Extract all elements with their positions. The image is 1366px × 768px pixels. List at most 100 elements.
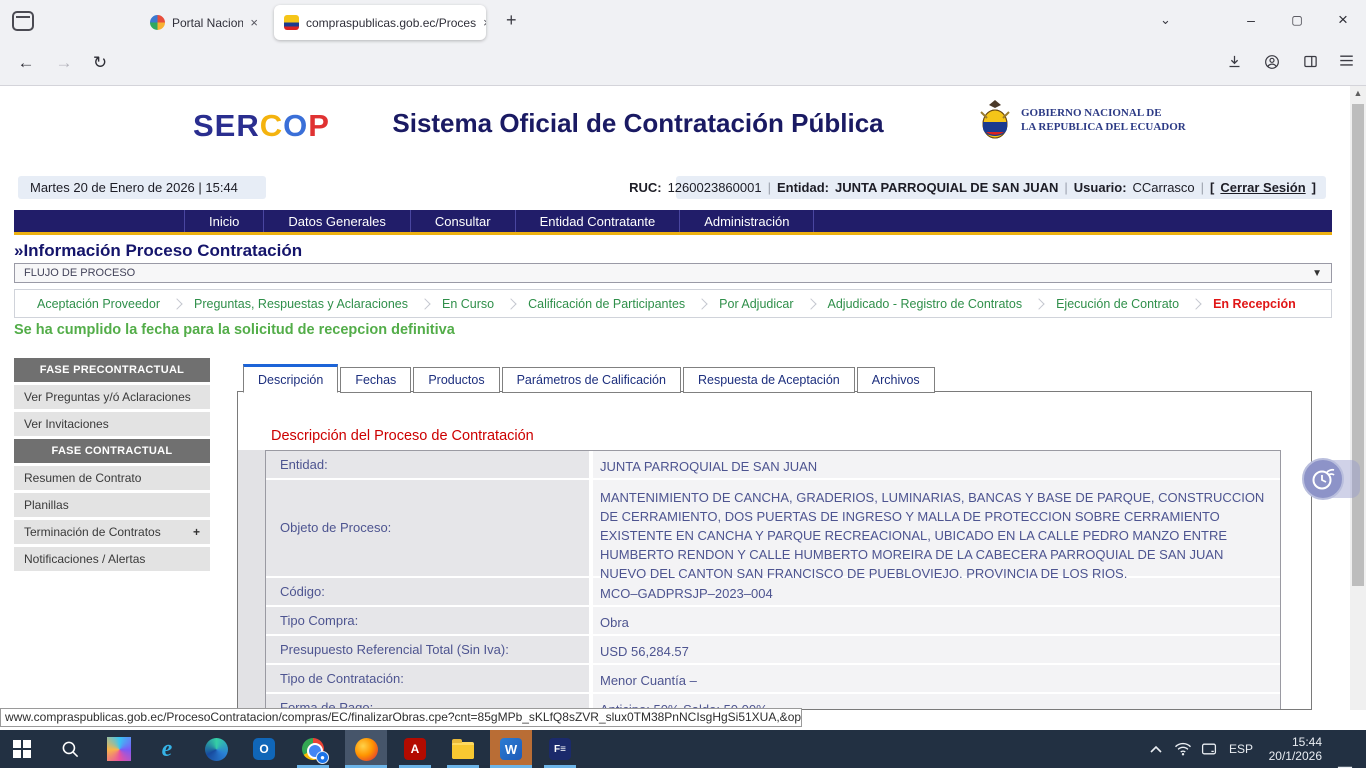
menu-item-consultar[interactable]: Consultar [410, 210, 515, 232]
tab-close-icon[interactable]: × [483, 15, 486, 30]
list-all-tabs-icon[interactable]: ⌄ [1160, 12, 1171, 28]
reload-icon[interactable]: ↻ [88, 53, 112, 73]
tab-archivos[interactable]: Archivos [857, 367, 935, 393]
sidebar-item-terminacion-contratos[interactable]: Terminación de Contratos+ [14, 520, 210, 544]
flow-step: Aceptación Proveedor [37, 297, 160, 311]
link-status-bar: www.compraspublicas.gob.ec/ProcesoContra… [0, 708, 802, 727]
edge-icon[interactable] [204, 737, 228, 761]
page-viewport: SERCOP Sistema Oficial de Contratación P… [0, 86, 1366, 710]
wifi-icon[interactable] [1170, 730, 1196, 768]
account-icon[interactable] [1260, 54, 1284, 70]
tab-parametros[interactable]: Parámetros de Calificación [502, 367, 681, 393]
sidebar-item-ver-preguntas[interactable]: Ver Preguntas y/ó Aclaraciones [14, 385, 210, 409]
scroll-up-arrow-icon[interactable]: ▲ [1350, 88, 1366, 98]
sidebar-item-notificaciones[interactable]: Notificaciones / Alertas [14, 547, 210, 571]
menu-item-datos-generales[interactable]: Datos Generales [263, 210, 410, 232]
new-tab-button[interactable]: + [506, 10, 517, 31]
tab-productos[interactable]: Productos [413, 367, 499, 393]
row-label: Entidad: [266, 451, 589, 478]
row-value: Obra [593, 607, 1280, 634]
menu-item-administracion[interactable]: Administración [679, 210, 814, 232]
flow-step: En Curso [442, 297, 494, 311]
timer-clock-icon[interactable] [1302, 458, 1344, 500]
copilot-icon[interactable] [107, 737, 131, 761]
pinwheel-favicon-icon [150, 15, 165, 30]
notification-center-icon[interactable]: 3 [1328, 754, 1362, 768]
logout-link[interactable]: Cerrar Sesión [1220, 180, 1305, 195]
sidebar-icon[interactable] [1298, 54, 1322, 69]
downloads-icon[interactable] [1222, 54, 1246, 69]
scrollbar-thumb[interactable] [1352, 104, 1364, 586]
flow-step-current: En Recepción [1213, 297, 1296, 311]
row-label: Presupuesto Referencial Total (Sin Iva): [266, 636, 589, 663]
chevron-right-icon [505, 298, 516, 309]
language-indicator[interactable]: ESP [1224, 730, 1258, 768]
tab-close-icon[interactable]: × [250, 15, 258, 30]
ruc-label: RUC: [629, 180, 662, 195]
menu-item-inicio[interactable]: Inicio [184, 210, 263, 232]
flow-step: Ejecución de Contrato [1056, 297, 1179, 311]
acrobat-icon[interactable]: A [403, 737, 427, 761]
back-icon[interactable]: ← [14, 53, 38, 73]
flow-step: Por Adjudicar [719, 297, 793, 311]
file-explorer-icon[interactable] [451, 737, 475, 761]
tray-chevron-up-icon[interactable] [1144, 730, 1168, 768]
expand-plus-icon[interactable]: + [193, 520, 200, 544]
row-label: Tipo de Contratación: [266, 665, 589, 692]
sidebar-item-ver-invitaciones[interactable]: Ver Invitaciones [14, 412, 210, 436]
forward-icon[interactable]: → [52, 53, 76, 73]
tray-date: 20/1/2026 [1269, 749, 1322, 763]
floating-timer-widget[interactable] [1302, 458, 1360, 500]
row-label: Objeto de Proceso: [266, 480, 589, 576]
page-scrollbar[interactable]: ▲ [1350, 86, 1366, 710]
menu-item-entidad-contratante[interactable]: Entidad Contratante [515, 210, 680, 232]
firefox-icon[interactable] [354, 737, 378, 761]
word-icon[interactable]: W [499, 737, 523, 761]
tab-title: compraspublicas.gob.ec/Proces [306, 16, 476, 30]
status-message: Se ha cumplido la fecha para la solicitu… [14, 322, 455, 338]
session-box: RUC:1260023860001 | Entidad:JUNTA PARROQ… [676, 176, 1326, 199]
cast-display-icon[interactable] [1196, 730, 1222, 768]
flujo-de-proceso-select[interactable]: FLUJO DE PROCESO ▼ [14, 263, 1332, 283]
chevron-right-icon [419, 298, 430, 309]
sidebar-item-resumen-contrato[interactable]: Resumen de Contrato [14, 466, 210, 490]
sidebar: FASE PRECONTRACTUAL Ver Preguntas y/ó Ac… [14, 358, 210, 574]
table-row: Tipo de Contratación: Menor Cuantía – [266, 665, 1280, 692]
flow-step: Adjudicado - Registro de Contratos [828, 297, 1023, 311]
flow-step: Preguntas, Respuestas y Aclaraciones [194, 297, 408, 311]
row-label: Tipo Compra: [266, 607, 589, 634]
usuario-label: Usuario: [1074, 180, 1127, 195]
process-flow-breadcrumb: Aceptación Proveedor Preguntas, Respuest… [14, 289, 1332, 318]
chevron-right-icon [696, 298, 707, 309]
sidebar-item-planillas[interactable]: Planillas [14, 493, 210, 517]
window-minimize-button[interactable]: – [1228, 0, 1274, 40]
tab-descripcion[interactable]: Descripción [243, 364, 338, 393]
window-maximize-button[interactable]: ▢ [1274, 0, 1320, 40]
table-row: Presupuesto Referencial Total (Sin Iva):… [266, 636, 1280, 663]
tab-respuesta[interactable]: Respuesta de Aceptación [683, 367, 855, 393]
internet-explorer-icon[interactable]: e [155, 737, 179, 761]
table-row: Objeto de Proceso: MANTENIMIENTO DE CANC… [266, 480, 1280, 576]
outlook-icon[interactable]: O [252, 737, 276, 761]
browser-tab-bar: Portal Nacional de Transparenci × compra… [0, 0, 1366, 44]
tab-fechas[interactable]: Fechas [340, 367, 411, 393]
ecuador-emblem-favicon-icon [284, 15, 299, 30]
row-value: MANTENIMIENTO DE CANCHA, GRADERIOS, LUMI… [593, 480, 1280, 576]
section-title: »Información Proceso Contratación [14, 241, 302, 261]
chevron-right-icon [1033, 298, 1044, 309]
feo-app-icon[interactable]: F≡ [548, 737, 572, 761]
table-row: Entidad: JUNTA PARROQUIAL DE SAN JUAN [266, 451, 1280, 478]
browser-tab-portal[interactable]: Portal Nacional de Transparenci × [140, 6, 268, 39]
start-button-icon[interactable] [10, 737, 34, 761]
chrome-icon[interactable]: ● [301, 737, 325, 761]
window-close-button[interactable]: × [1320, 0, 1366, 40]
browser-tab-compraspublicas[interactable]: compraspublicas.gob.ec/Proces × [274, 5, 486, 40]
sercop-logo: SERCOP [193, 108, 330, 144]
gold-stripe [14, 232, 1332, 235]
detail-tabs: Descripción Fechas Productos Parámetros … [243, 364, 937, 393]
clock[interactable]: 15:44 20/1/2026 [1258, 730, 1324, 768]
datetime-box: Martes 20 de Enero de 2026 | 15:44 [18, 176, 266, 199]
search-icon[interactable] [58, 737, 82, 761]
firefox-view-icon[interactable] [12, 11, 34, 31]
menu-icon[interactable] [1334, 54, 1358, 67]
